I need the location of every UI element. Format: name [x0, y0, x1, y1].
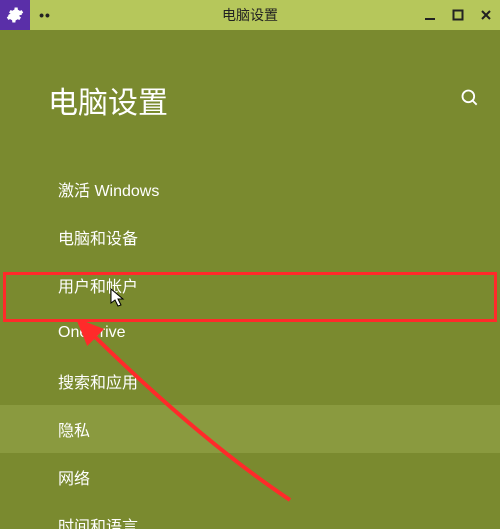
content-area: 电脑设置 激活 Windows 电脑和设备 用户和帐户 OneDrive 搜索和…	[0, 30, 500, 529]
maximize-button[interactable]	[444, 0, 472, 30]
menu-item-onedrive[interactable]: OneDrive	[0, 309, 500, 357]
menu-item-time-language[interactable]: 时间和语言	[0, 501, 500, 529]
menu-item-accounts[interactable]: 用户和帐户	[0, 261, 500, 309]
minimize-button[interactable]	[416, 0, 444, 30]
menu-item-network[interactable]: 网络	[0, 453, 500, 501]
app-gear-icon	[0, 0, 30, 30]
menu-item-privacy[interactable]: 隐私	[0, 405, 500, 453]
menu-item-search-apps[interactable]: 搜索和应用	[0, 357, 500, 405]
overflow-icon[interactable]: ••	[30, 7, 60, 23]
page-header: 电脑设置	[48, 78, 480, 122]
menu-item-pc-devices[interactable]: 电脑和设备	[0, 213, 500, 261]
settings-menu: 激活 Windows 电脑和设备 用户和帐户 OneDrive 搜索和应用 隐私…	[0, 165, 500, 529]
search-icon[interactable]	[460, 88, 480, 113]
close-button[interactable]	[472, 0, 500, 30]
page-title: 电脑设置	[48, 78, 168, 122]
menu-item-activate-windows[interactable]: 激活 Windows	[0, 165, 500, 213]
window-controls	[416, 0, 500, 30]
titlebar: •• 电脑设置	[0, 0, 500, 30]
